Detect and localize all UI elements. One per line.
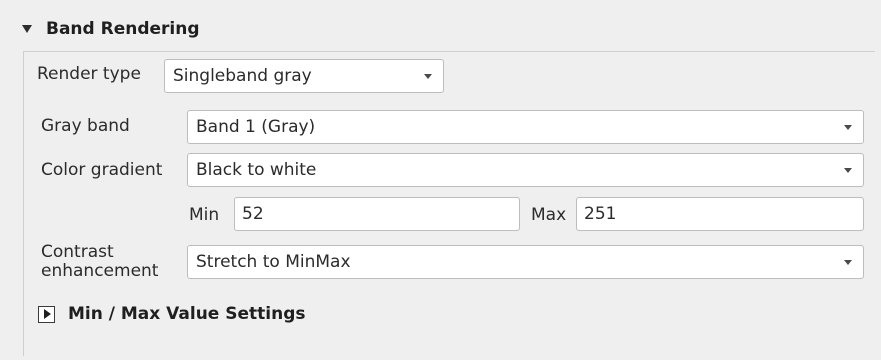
contrast-label-line1: Contrast xyxy=(41,242,114,262)
gray-band-label: Gray band xyxy=(41,116,130,136)
contrast-label-line2: enhancement xyxy=(41,261,159,281)
minmax-settings-toggle[interactable]: Min / Max Value Settings xyxy=(38,303,306,325)
contrast-enhancement-label: Contrast enhancement xyxy=(41,243,158,281)
chevron-down-icon xyxy=(844,124,852,130)
minmax-settings-title: Min / Max Value Settings xyxy=(68,304,306,324)
band-rendering-panel: Band Rendering Render type Singleband gr… xyxy=(0,0,881,360)
chevron-down-icon xyxy=(844,259,852,265)
render-type-value: Singleband gray xyxy=(173,66,312,86)
max-label: Max xyxy=(531,205,567,225)
contrast-enhancement-dropdown[interactable]: Stretch to MinMax xyxy=(187,245,864,279)
band-rendering-title: Band Rendering xyxy=(46,19,200,39)
min-label: Min xyxy=(189,205,220,225)
render-type-dropdown[interactable]: Singleband gray xyxy=(164,59,444,93)
color-gradient-value: Black to white xyxy=(196,160,317,180)
max-input[interactable]: 251 xyxy=(576,197,864,231)
gray-band-value: Band 1 (Gray) xyxy=(196,117,316,137)
render-type-label: Render type xyxy=(37,64,141,84)
band-rendering-header[interactable]: Band Rendering xyxy=(22,16,200,42)
gray-band-dropdown[interactable]: Band 1 (Gray) xyxy=(187,110,864,144)
collapse-triangle-icon[interactable] xyxy=(22,25,32,33)
color-gradient-label: Color gradient xyxy=(41,160,163,180)
min-value: 52 xyxy=(242,204,264,224)
chevron-down-icon xyxy=(844,167,852,173)
expand-arrow-icon[interactable] xyxy=(38,305,55,323)
contrast-enhancement-value: Stretch to MinMax xyxy=(196,252,351,272)
min-input[interactable]: 52 xyxy=(234,197,520,231)
color-gradient-dropdown[interactable]: Black to white xyxy=(187,153,864,187)
chevron-down-icon xyxy=(424,73,432,79)
max-value: 251 xyxy=(584,204,617,224)
